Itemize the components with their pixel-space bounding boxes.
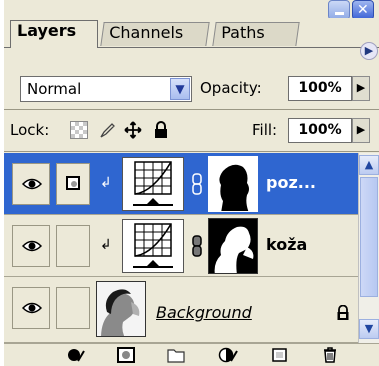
tab-channels[interactable]: Channels bbox=[100, 22, 210, 46]
eye-icon bbox=[22, 240, 42, 252]
trash-icon[interactable] bbox=[320, 347, 340, 363]
layers-toolbar bbox=[4, 343, 379, 366]
layer-lock-icon bbox=[336, 304, 350, 325]
layers-panel: ✕ Channels Paths Layers ▶ Normal ▼ Opaci… bbox=[4, 0, 379, 366]
adjustment-layer-icon[interactable] bbox=[218, 347, 238, 363]
eye-icon bbox=[22, 302, 42, 314]
layer-mask-toggle[interactable] bbox=[56, 163, 90, 205]
visibility-toggle[interactable] bbox=[12, 163, 50, 205]
layer-row-poz[interactable]: ↲ poz... bbox=[4, 153, 358, 215]
close-icon: ✕ bbox=[357, 2, 369, 18]
scroll-thumb[interactable] bbox=[360, 177, 378, 297]
layer-style-icon[interactable] bbox=[66, 347, 86, 363]
lock-transparent-icon[interactable] bbox=[70, 121, 88, 139]
layer-row-koza[interactable]: ↲ koža bbox=[4, 215, 358, 277]
eye-icon bbox=[22, 178, 42, 190]
fill-slider-button[interactable]: ▶ bbox=[352, 118, 370, 143]
layer-mask-thumbnail[interactable] bbox=[208, 156, 258, 212]
padlock-icon[interactable] bbox=[152, 121, 170, 139]
layer-link-slot[interactable] bbox=[56, 287, 90, 329]
move-icon[interactable] bbox=[124, 121, 142, 139]
background-thumbnail[interactable] bbox=[96, 281, 146, 337]
chain-link-icon[interactable] bbox=[192, 235, 202, 257]
visibility-toggle[interactable] bbox=[12, 225, 50, 267]
blend-mode-select[interactable]: Normal ▼ bbox=[20, 76, 192, 102]
fill-field[interactable]: 100% bbox=[288, 118, 352, 143]
tab-layers[interactable]: Layers bbox=[10, 20, 98, 48]
fill-label: Fill: bbox=[252, 121, 278, 139]
clip-arrow-icon: ↲ bbox=[100, 175, 112, 191]
scroll-up-button[interactable]: ▲ bbox=[359, 155, 379, 175]
layer-name[interactable]: Background bbox=[156, 303, 252, 322]
layer-name[interactable]: poz... bbox=[266, 173, 316, 192]
layer-row-background[interactable]: Background bbox=[4, 277, 358, 343]
chain-link-icon[interactable] bbox=[192, 173, 202, 195]
tab-paths[interactable]: Paths bbox=[212, 22, 300, 46]
layers-scrollbar[interactable]: ▲ ▼ bbox=[358, 153, 379, 343]
curves-thumbnail[interactable] bbox=[122, 157, 184, 211]
layer-list: ↲ poz... ↲ koža Background bbox=[4, 153, 358, 343]
minimize-button[interactable] bbox=[328, 0, 350, 20]
curves-thumbnail[interactable] bbox=[122, 219, 184, 273]
close-button[interactable]: ✕ bbox=[352, 0, 374, 20]
opacity-field[interactable]: 100% bbox=[288, 76, 352, 101]
add-mask-icon[interactable] bbox=[116, 347, 136, 363]
scroll-down-button[interactable]: ▼ bbox=[359, 319, 379, 339]
lock-label: Lock: bbox=[10, 121, 50, 139]
mask-icon bbox=[66, 176, 80, 190]
opacity-slider-button[interactable]: ▶ bbox=[352, 76, 370, 101]
layer-name[interactable]: koža bbox=[266, 235, 307, 254]
new-layer-icon[interactable] bbox=[270, 347, 290, 363]
panel-menu-button[interactable]: ▶ bbox=[360, 42, 378, 60]
layer-link-slot[interactable] bbox=[56, 225, 90, 267]
opacity-label: Opacity: bbox=[200, 79, 262, 97]
brush-icon[interactable] bbox=[98, 121, 116, 139]
chevron-down-icon[interactable]: ▼ bbox=[170, 78, 190, 100]
clip-arrow-icon: ↲ bbox=[100, 237, 112, 253]
visibility-toggle[interactable] bbox=[12, 287, 50, 329]
layer-mask-thumbnail[interactable] bbox=[208, 218, 258, 274]
new-group-icon[interactable] bbox=[166, 347, 186, 363]
